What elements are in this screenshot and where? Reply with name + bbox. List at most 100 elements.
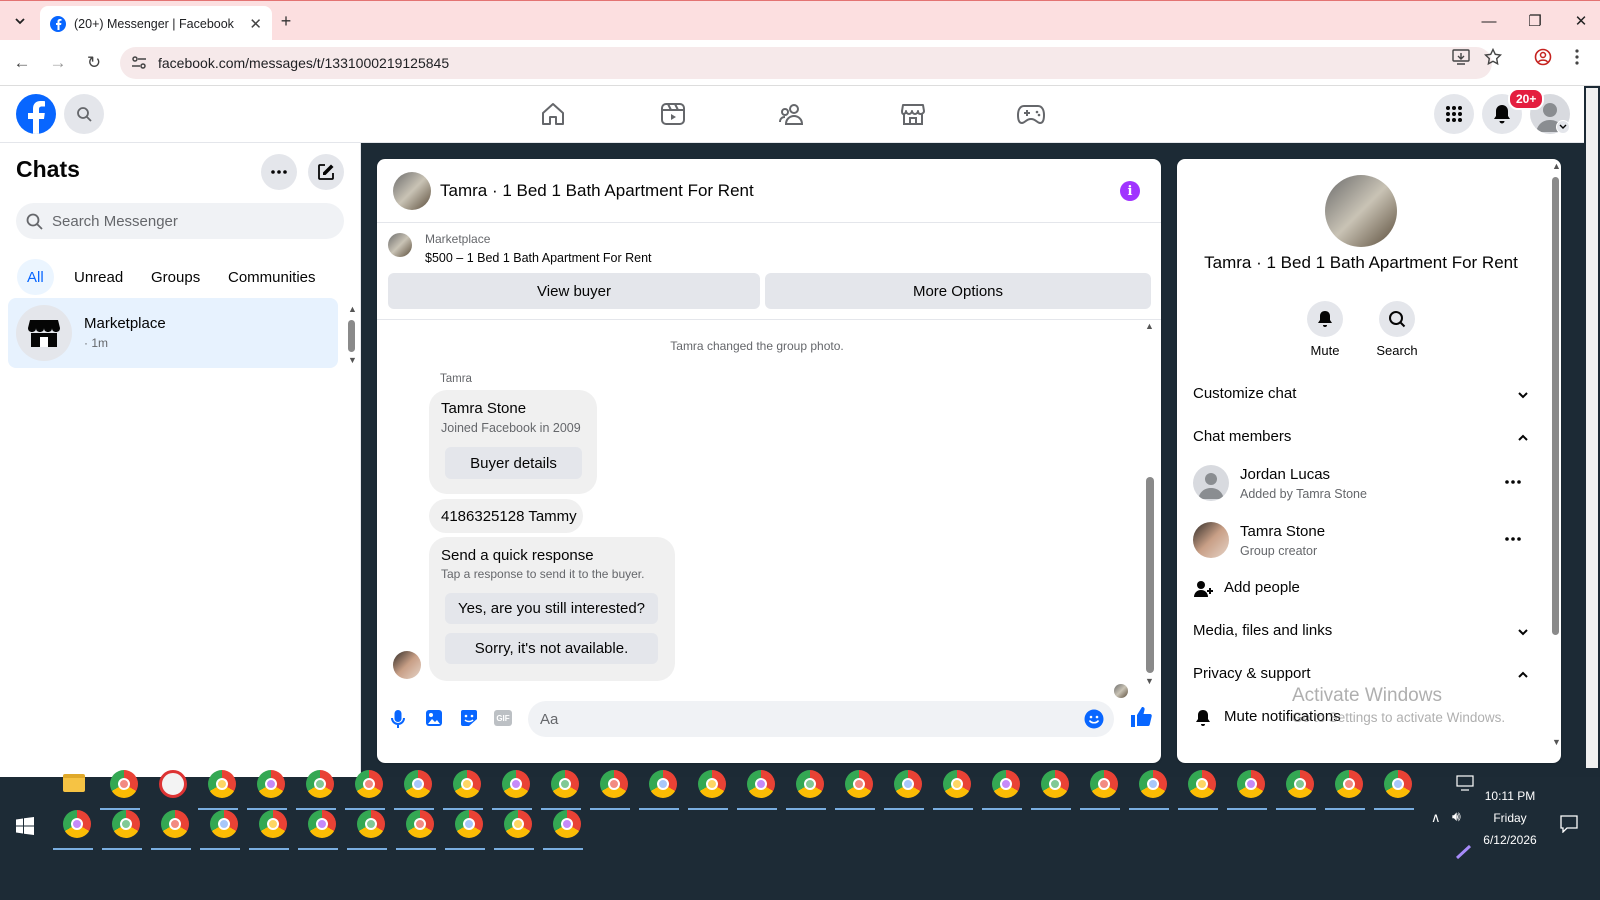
chat-members-section[interactable]: Chat members bbox=[1193, 428, 1291, 445]
gaming-nav-icon[interactable] bbox=[1011, 98, 1051, 130]
chrome-profile-icon[interactable] bbox=[453, 770, 481, 798]
chrome-profile-icon[interactable] bbox=[63, 810, 91, 838]
chrome-profile-icon[interactable] bbox=[504, 810, 532, 838]
message-composer-input[interactable]: Aa bbox=[528, 701, 1114, 737]
chevron-down-icon[interactable] bbox=[1517, 389, 1529, 401]
chrome-profile-icon[interactable] bbox=[210, 810, 238, 838]
chrome-profile-icon[interactable] bbox=[406, 810, 434, 838]
browser-menu-icon[interactable] bbox=[1568, 48, 1586, 66]
mute-label[interactable]: Mute bbox=[1295, 343, 1355, 358]
info-scroll-up-icon[interactable]: ▲ bbox=[1552, 161, 1561, 171]
chevron-up-icon[interactable] bbox=[1517, 669, 1529, 681]
chrome-profile-icon[interactable] bbox=[845, 770, 873, 798]
message-bubble[interactable]: 4186325128 Tammy bbox=[429, 499, 583, 533]
conversation-scroll-down-icon[interactable]: ▼ bbox=[1145, 676, 1154, 686]
more-options-button[interactable]: More Options bbox=[765, 273, 1151, 309]
photo-icon[interactable] bbox=[425, 709, 443, 727]
chats-scroll-up-icon[interactable]: ▲ bbox=[348, 304, 357, 314]
conversation-avatar[interactable] bbox=[393, 172, 431, 210]
chrome-profile-icon[interactable] bbox=[1384, 770, 1412, 798]
member-options-icon[interactable] bbox=[1505, 537, 1521, 541]
pen-icon[interactable] bbox=[1456, 845, 1472, 859]
account-chevron-icon[interactable] bbox=[1556, 120, 1570, 134]
minimize-window-button[interactable]: — bbox=[1466, 1, 1512, 41]
bookmark-star-icon[interactable] bbox=[1484, 48, 1502, 66]
facebook-search-icon[interactable] bbox=[64, 94, 104, 134]
chrome-profile-icon[interactable] bbox=[308, 810, 336, 838]
chrome-profile-icon[interactable] bbox=[649, 770, 677, 798]
restore-window-button[interactable]: ❐ bbox=[1512, 1, 1558, 41]
show-hidden-icons-icon[interactable]: ∧ bbox=[1431, 810, 1441, 826]
conversation-info-icon[interactable]: i bbox=[1120, 181, 1140, 201]
search-messenger-input[interactable]: Search Messenger bbox=[16, 203, 344, 239]
buyer-details-button[interactable]: Buyer details bbox=[445, 447, 582, 479]
info-scrollbar-thumb[interactable] bbox=[1552, 177, 1559, 635]
chats-options-icon[interactable] bbox=[261, 154, 297, 190]
group-photo[interactable] bbox=[1325, 175, 1397, 247]
chrome-profile-icon[interactable] bbox=[553, 810, 581, 838]
filter-tab-unread[interactable]: Unread bbox=[64, 259, 133, 295]
add-people-label[interactable]: Add people bbox=[1224, 579, 1300, 596]
chrome-profile-icon[interactable] bbox=[161, 810, 189, 838]
chrome-profile-icon[interactable] bbox=[1139, 770, 1167, 798]
add-person-icon[interactable] bbox=[1194, 580, 1214, 598]
file-explorer-icon[interactable] bbox=[63, 774, 85, 792]
volume-icon[interactable]: 🔊︎ bbox=[1452, 808, 1461, 825]
menu-grid-icon[interactable] bbox=[1434, 94, 1474, 134]
action-center-icon[interactable] bbox=[1560, 815, 1578, 833]
chrome-profile-icon[interactable] bbox=[747, 770, 775, 798]
paint-app-icon[interactable] bbox=[159, 770, 187, 798]
chrome-profile-icon[interactable] bbox=[992, 770, 1020, 798]
member-avatar[interactable] bbox=[1193, 465, 1229, 501]
new-message-icon[interactable] bbox=[308, 154, 344, 190]
conversation-title[interactable]: Tamra · 1 Bed 1 Bath Apartment For Rent bbox=[440, 181, 754, 201]
chrome-profile-icon[interactable] bbox=[1090, 770, 1118, 798]
media-files-section[interactable]: Media, files and links bbox=[1193, 622, 1332, 639]
view-buyer-button[interactable]: View buyer bbox=[388, 273, 760, 309]
home-nav-icon[interactable] bbox=[533, 98, 573, 130]
chats-scroll-down-icon[interactable]: ▼ bbox=[348, 355, 357, 365]
close-window-button[interactable]: ✕ bbox=[1558, 1, 1600, 41]
windows-start-icon[interactable] bbox=[16, 817, 34, 835]
filter-tab-communities[interactable]: Communities bbox=[218, 259, 326, 295]
info-scroll-down-icon[interactable]: ▼ bbox=[1552, 737, 1561, 747]
install-app-icon[interactable] bbox=[1452, 48, 1470, 66]
conversation-scrollbar-thumb[interactable] bbox=[1146, 477, 1154, 673]
tab-close-icon[interactable]: ✕ bbox=[249, 15, 262, 33]
chrome-profile-icon[interactable] bbox=[1041, 770, 1069, 798]
forward-button[interactable]: → bbox=[46, 51, 70, 75]
chrome-profile-icon[interactable] bbox=[404, 770, 432, 798]
marketplace-nav-icon[interactable] bbox=[893, 98, 933, 130]
sticker-icon[interactable] bbox=[459, 709, 479, 727]
quick-reply-not-available-button[interactable]: Sorry, it's not available. bbox=[445, 633, 658, 664]
privacy-support-section[interactable]: Privacy & support bbox=[1193, 665, 1311, 682]
conversation-scroll-up-icon[interactable]: ▲ bbox=[1145, 321, 1154, 331]
member-avatar[interactable] bbox=[1193, 522, 1229, 558]
filter-tab-groups[interactable]: Groups bbox=[141, 259, 210, 295]
member-name[interactable]: Tamra Stone bbox=[1240, 523, 1325, 540]
taskbar-time[interactable]: 10:11 PM bbox=[1470, 789, 1550, 803]
customize-chat-section[interactable]: Customize chat bbox=[1193, 385, 1296, 402]
site-settings-icon[interactable] bbox=[130, 54, 148, 72]
chevron-up-icon[interactable] bbox=[1517, 432, 1529, 444]
chrome-profile-icon[interactable] bbox=[355, 770, 383, 798]
chrome-profile-icon[interactable] bbox=[306, 770, 334, 798]
friends-nav-icon[interactable] bbox=[772, 98, 812, 130]
member-name[interactable]: Jordan Lucas bbox=[1240, 466, 1330, 483]
reload-button[interactable]: ↻ bbox=[82, 51, 106, 75]
chrome-profile-icon[interactable] bbox=[110, 770, 138, 798]
chrome-profile-icon[interactable] bbox=[1286, 770, 1314, 798]
address-bar[interactable]: facebook.com/messages/t/1331000219125845 bbox=[120, 47, 1492, 79]
emoji-icon[interactable] bbox=[1084, 709, 1104, 729]
microphone-icon[interactable] bbox=[391, 709, 405, 729]
search-label[interactable]: Search bbox=[1367, 343, 1427, 358]
taskbar-day[interactable]: Friday bbox=[1470, 811, 1550, 825]
quick-reply-still-interested-button[interactable]: Yes, are you still interested? bbox=[445, 593, 658, 624]
profile-icon[interactable] bbox=[1534, 48, 1552, 66]
facebook-logo-icon[interactable] bbox=[16, 94, 56, 134]
gif-icon[interactable]: GIF bbox=[494, 710, 512, 726]
page-scrollbar[interactable] bbox=[1586, 88, 1598, 768]
chrome-profile-icon[interactable] bbox=[208, 770, 236, 798]
chrome-profile-icon[interactable] bbox=[257, 770, 285, 798]
chrome-profile-icon[interactable] bbox=[455, 810, 483, 838]
